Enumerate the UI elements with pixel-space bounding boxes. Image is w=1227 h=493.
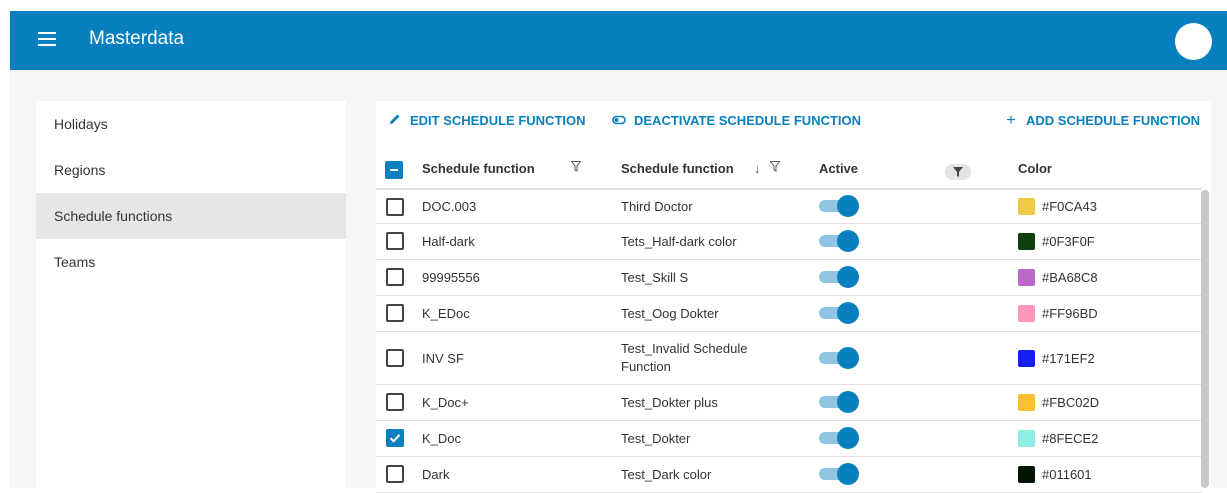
color-swatch (1018, 394, 1035, 411)
add-schedule-function-button[interactable]: + ADD SCHEDULE FUNCTION (1004, 111, 1200, 131)
table-header: Schedule function Schedule function ↓ Ac… (376, 153, 1202, 190)
user-avatar[interactable] (1175, 23, 1212, 60)
active-toggle[interactable] (819, 195, 859, 217)
color-cell: #BA68C8 (1042, 270, 1098, 285)
active-toggle[interactable] (819, 302, 859, 324)
code-cell: Dark (422, 467, 450, 482)
sidebar-item-schedule-functions[interactable]: Schedule functions (36, 193, 346, 239)
name-cell: Test_Dokter plus (621, 395, 718, 410)
active-toggle[interactable] (819, 347, 859, 369)
table-row[interactable]: K_Doc Test_Dokter #8FECE2 (376, 421, 1202, 457)
column-header-code: Schedule function (422, 161, 535, 176)
row-checkbox[interactable] (386, 465, 404, 483)
deactivate-schedule-function-button[interactable]: DEACTIVATE SCHEDULE FUNCTION (612, 111, 861, 131)
schedule-functions-panel: EDIT SCHEDULE FUNCTION DEACTIVATE SCHEDU… (376, 101, 1211, 493)
row-checkbox[interactable] (386, 304, 404, 322)
app-header: Masterdata (10, 11, 1227, 70)
color-cell: #171EF2 (1042, 351, 1095, 366)
code-cell: INV SF (422, 351, 464, 366)
column-header-name: Schedule function (621, 161, 734, 176)
color-cell: #8FECE2 (1042, 431, 1099, 446)
color-cell: #011601 (1042, 467, 1092, 482)
row-checkbox[interactable] (386, 198, 404, 216)
active-toggle[interactable] (819, 391, 859, 413)
row-checkbox[interactable] (386, 268, 404, 286)
color-cell: #FBC02D (1042, 395, 1100, 410)
active-toggle[interactable] (819, 230, 859, 252)
code-cell: K_Doc+ (422, 395, 469, 410)
name-cell: Test_Oog Dokter (621, 306, 719, 321)
name-cell: Test_Dokter (621, 431, 691, 446)
page-margin (0, 70, 10, 488)
active-toggle[interactable] (819, 427, 859, 449)
edit-schedule-function-button[interactable]: EDIT SCHEDULE FUNCTION (388, 111, 586, 131)
table-row[interactable]: Half-dark Tets_Half-dark color #0F3F0F (376, 224, 1202, 260)
name-cell: Third Doctor (621, 199, 693, 214)
color-swatch (1018, 430, 1035, 447)
column-header-color: Color (1018, 161, 1052, 176)
code-cell: K_Doc (422, 431, 462, 446)
add-button-label: ADD SCHEDULE FUNCTION (1026, 113, 1201, 128)
color-swatch (1018, 350, 1035, 367)
code-cell: 99995556 (422, 270, 480, 285)
deactivate-button-label: DEACTIVATE SCHEDULE FUNCTION (634, 113, 862, 128)
table-row[interactable]: 99995556 Test_Skill S #BA68C8 (376, 260, 1202, 296)
sidebar-item-regions[interactable]: Regions (36, 147, 346, 193)
active-filter-icon[interactable] (945, 164, 971, 180)
name-cell: Test_Dark color (621, 467, 712, 482)
name-cell: Test_Invalid Schedule Function (621, 341, 748, 374)
color-cell: #F0CA43 (1042, 199, 1097, 214)
table-row[interactable]: DOC.003 Third Doctor #F0CA43 (376, 190, 1202, 224)
color-swatch (1018, 198, 1035, 215)
sidebar-item-teams[interactable]: Teams (36, 239, 346, 285)
code-cell: K_EDoc (422, 306, 470, 321)
color-swatch (1018, 233, 1035, 250)
checkmark-icon (389, 434, 401, 443)
app-title: Masterdata (89, 28, 185, 49)
sidebar: Holidays Regions Schedule functions Team… (36, 101, 346, 488)
edit-button-label: EDIT SCHEDULE FUNCTION (410, 113, 586, 128)
color-swatch (1018, 269, 1035, 286)
table-row[interactable]: K_Doc+ Test_Dokter plus #FBC02D (376, 385, 1202, 421)
color-swatch (1018, 466, 1035, 483)
select-all-checkbox[interactable] (385, 161, 403, 179)
row-checkbox[interactable] (386, 429, 404, 447)
column-header-active: Active (819, 161, 859, 176)
active-toggle[interactable] (819, 463, 859, 485)
row-checkbox[interactable] (386, 393, 404, 411)
name-cell: Tets_Half-dark color (621, 234, 737, 249)
sort-down-icon[interactable]: ↓ (754, 161, 761, 176)
filter-icon[interactable] (769, 161, 781, 175)
table-scrollbar[interactable] (1201, 190, 1209, 488)
row-checkbox[interactable] (386, 349, 404, 367)
color-swatch (1018, 305, 1035, 322)
code-cell: Half-dark (422, 234, 475, 249)
filter-icon[interactable] (570, 161, 582, 175)
pencil-icon (388, 111, 402, 131)
code-cell: DOC.003 (422, 199, 477, 214)
active-toggle[interactable] (819, 266, 859, 288)
table-row[interactable]: K_EDoc Test_Oog Dokter #FF96BD (376, 296, 1202, 332)
color-cell: #FF96BD (1042, 306, 1098, 321)
hamburger-menu-icon[interactable] (38, 32, 56, 48)
color-cell: #0F3F0F (1042, 234, 1095, 249)
table-row[interactable]: INV SF Test_Invalid Schedule Function #1… (376, 332, 1202, 385)
row-checkbox[interactable] (386, 232, 404, 250)
name-cell: Test_Skill S (621, 270, 689, 285)
toggle-off-icon (612, 111, 626, 131)
plus-icon: + (1006, 112, 1016, 129)
sidebar-item-holidays[interactable]: Holidays (36, 101, 346, 147)
